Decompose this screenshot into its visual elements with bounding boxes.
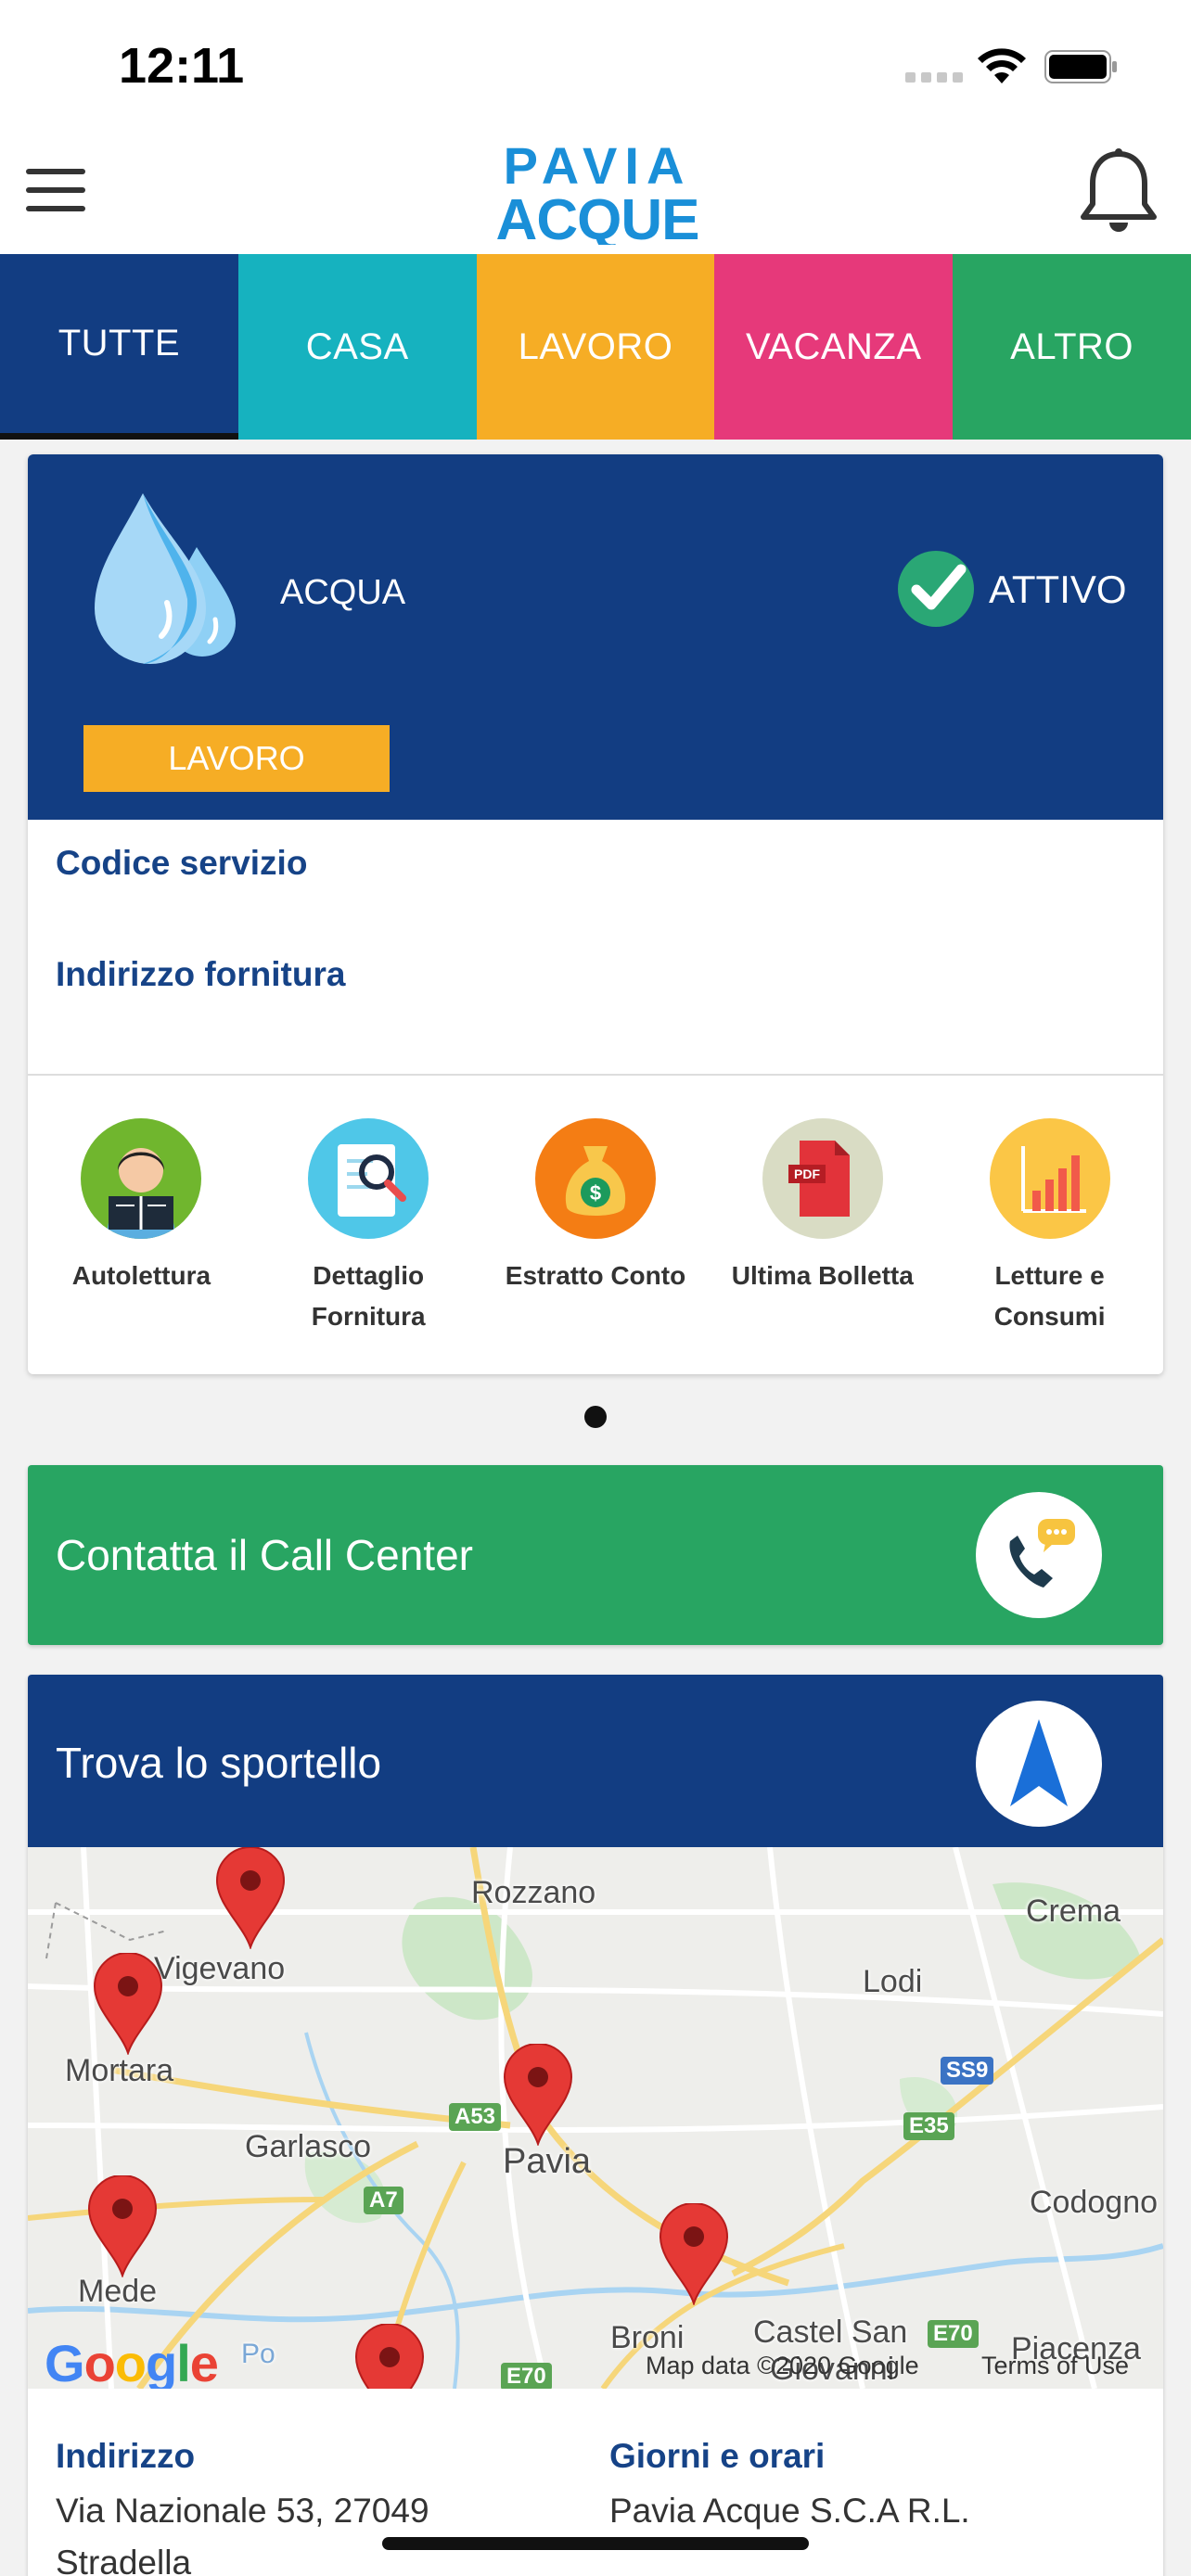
map-background	[28, 1847, 1163, 2389]
road-badge: A53	[449, 2103, 502, 2131]
service-actions: Autolettura Dettaglio Fornitura $ Estrat…	[28, 1118, 1163, 1337]
service-card-header: ACQUA ATTIVO LAVORO	[28, 454, 1163, 820]
svg-text:PAVIA: PAVIA	[504, 136, 692, 195]
tab-label: ALTRO	[1010, 325, 1134, 367]
action-label: Letture e Consumi	[993, 1261, 1106, 1331]
category-tabs: TUTTE CASA LAVORO VACANZA ALTRO	[0, 254, 1191, 440]
address-label: Indirizzo	[56, 2437, 196, 2475]
notification-bell-icon[interactable]	[1074, 147, 1163, 239]
pdf-icon: PDF	[762, 1118, 883, 1239]
tab-vacanza[interactable]: VACANZA	[714, 254, 954, 440]
sportello-title: Trova lo sportello	[56, 1739, 382, 1787]
sportello-header[interactable]: Trova lo sportello	[28, 1675, 1163, 1847]
map-city-label: Codogno	[1030, 2185, 1159, 2220]
address-line2: Stradella	[56, 2544, 192, 2576]
bar-chart-icon	[989, 1118, 1110, 1239]
map-city-label: Pavia	[503, 2142, 592, 2181]
menu-icon[interactable]	[26, 169, 85, 211]
map-pin-icon[interactable]	[659, 2203, 729, 2305]
battery-icon	[1044, 50, 1117, 83]
hours-value: Pavia Acque S.C.A R.L.	[609, 2492, 970, 2530]
pavia-acque-logo: PAVIA ACQUE	[496, 136, 699, 245]
map-pin-icon[interactable]	[503, 2044, 573, 2146]
tab-tutte[interactable]: TUTTE	[0, 254, 238, 440]
status-bar: 12:11	[0, 0, 1191, 130]
app-header: PAVIA ACQUE	[0, 130, 1191, 254]
map-city-label: Lodi	[863, 1964, 923, 1999]
google-logo: Google	[45, 2334, 219, 2389]
road-badge: E70	[501, 2363, 552, 2389]
tab-label: CASA	[305, 325, 409, 367]
action-label: Autolettura	[71, 1261, 211, 1290]
hours-label: Giorni e orari	[609, 2437, 826, 2475]
map-terms-link[interactable]: Terms of Use	[981, 2352, 1129, 2380]
navigation-arrow-icon	[1010, 1719, 1068, 1806]
svg-text:PDF: PDF	[794, 1167, 820, 1181]
map-city-label: Mortara	[65, 2053, 174, 2088]
page-indicator-dot[interactable]	[584, 1406, 607, 1428]
call-center-card[interactable]: Contatta il Call Center	[28, 1465, 1163, 1645]
map-data-attribution: Map data ©2020 Google	[646, 2352, 919, 2379]
money-bag-icon: $	[534, 1118, 656, 1239]
wifi-icon	[978, 48, 1026, 83]
road-badge: E70	[928, 2320, 979, 2348]
category-badge: LAVORO	[83, 725, 390, 792]
action-label: Ultima Bolletta	[731, 1261, 914, 1290]
service-card[interactable]: ACQUA ATTIVO LAVORO Codice servizio Indi…	[28, 454, 1163, 1374]
home-indicator[interactable]	[382, 2537, 809, 2550]
map-city-label: Castel San	[753, 2315, 908, 2350]
road-badge: SS9	[941, 2057, 994, 2085]
map-pin-icon[interactable]	[87, 2175, 158, 2277]
sportello-map[interactable]: Rozzano Crema Vigevano Lodi Mortara Garl…	[28, 1847, 1163, 2389]
map-city-label: Rozzano	[471, 1875, 596, 1910]
sportello-card: Trova lo sportello Rozzano Crema Vigevan…	[28, 1675, 1163, 2576]
address-line1: Via Nazionale 53, 27049	[56, 2492, 429, 2530]
water-drops-icon	[95, 493, 236, 664]
map-city-label: Garlasco	[245, 2129, 372, 2164]
road-badge: E35	[903, 2112, 954, 2140]
map-city-label: Vigevano	[154, 1951, 286, 1986]
map-pin-icon[interactable]	[354, 2324, 425, 2389]
action-label: Dettaglio Fornitura	[311, 1261, 426, 1331]
svg-text:$: $	[590, 1181, 601, 1205]
tab-casa[interactable]: CASA	[237, 254, 477, 440]
map-pin-icon[interactable]	[93, 1953, 163, 2055]
status-time: 12:11	[119, 38, 245, 94]
action-autolettura[interactable]: Autolettura	[28, 1118, 255, 1337]
map-river-label: Po	[241, 2339, 275, 2369]
supply-address-label: Indirizzo fornitura	[56, 955, 346, 993]
action-label: Estratto Conto	[505, 1261, 686, 1290]
cellular-signal-icon	[905, 72, 963, 83]
tab-lavoro[interactable]: LAVORO	[476, 254, 715, 440]
phone-chat-icon	[1009, 1519, 1075, 1588]
call-center-button[interactable]	[976, 1492, 1102, 1618]
navigate-button[interactable]	[976, 1701, 1102, 1827]
map-city-label: Crema	[1026, 1894, 1121, 1929]
divider	[28, 1074, 1163, 1076]
map-city-label: Mede	[78, 2274, 158, 2309]
person-reading-icon	[81, 1118, 202, 1239]
active-check-icon	[898, 551, 974, 627]
action-letture-consumi[interactable]: Letture e Consumi	[936, 1118, 1163, 1337]
tab-label: TUTTE	[58, 323, 181, 363]
document-search-icon	[308, 1118, 429, 1239]
action-dettaglio-fornitura[interactable]: Dettaglio Fornitura	[255, 1118, 482, 1337]
action-estratto-conto[interactable]: $ Estratto Conto	[482, 1118, 710, 1337]
map-pin-icon[interactable]	[215, 1847, 286, 1949]
tab-label: VACANZA	[746, 325, 922, 367]
action-ultima-bolletta[interactable]: PDF Ultima Bolletta	[709, 1118, 936, 1337]
tab-label: LAVORO	[518, 325, 673, 367]
tab-altro[interactable]: ALTRO	[953, 254, 1191, 440]
status-label: ATTIVO	[989, 567, 1127, 611]
service-name: ACQUA	[280, 573, 406, 612]
service-code-label: Codice servizio	[56, 844, 308, 882]
road-badge: A7	[364, 2187, 403, 2214]
svg-text:ACQUE: ACQUE	[496, 188, 699, 245]
call-center-title: Contatta il Call Center	[56, 1531, 473, 1579]
